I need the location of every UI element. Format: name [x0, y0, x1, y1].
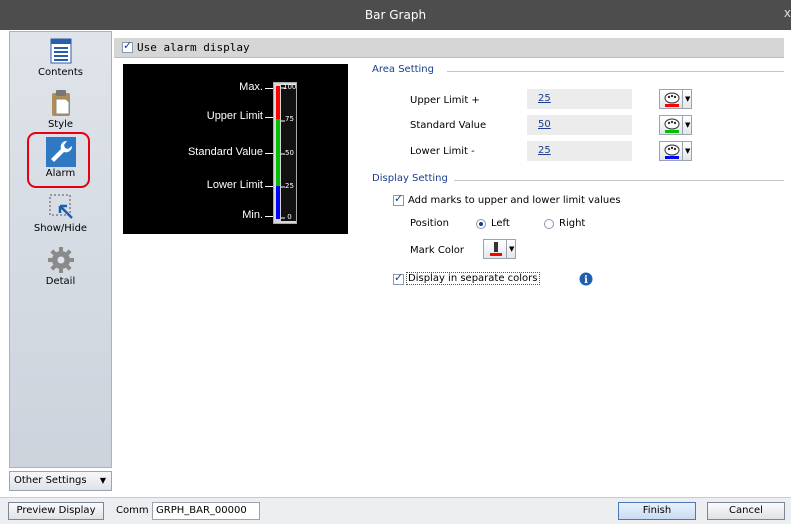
cancel-button[interactable]: Cancel — [707, 502, 785, 520]
sidebar-item-detail[interactable]: Detail — [10, 245, 111, 287]
mark-icon — [490, 242, 502, 256]
standard-value-row-label: Standard Value — [410, 120, 487, 131]
display-setting-title: Display Setting — [372, 173, 448, 184]
alarm-highlight — [27, 132, 90, 188]
main-content: Use alarm display Max. Upper Limit Stand… — [114, 31, 791, 496]
comm-input[interactable]: GRPH_BAR_00000 — [152, 502, 260, 520]
chevron-down-icon: ▼ — [509, 245, 515, 253]
mark-color-label: Mark Color — [410, 245, 464, 256]
position-label: Position — [410, 218, 449, 229]
max-label: Max. — [239, 81, 263, 93]
other-settings-label: Other Settings — [14, 475, 87, 486]
lower-limit-label: Lower Limit — [206, 179, 263, 191]
position-left-radio[interactable] — [476, 219, 486, 229]
sidebar-item-label: Show/Hide — [33, 223, 88, 234]
scale-25: 25 — [285, 182, 294, 190]
area-setting-divider — [447, 71, 784, 72]
min-label: Min. — [242, 209, 263, 221]
use-alarm-label: Use alarm display — [137, 41, 250, 54]
standard-value-color-button[interactable]: ▼ — [659, 115, 692, 135]
chevron-down-icon: ▼ — [685, 121, 691, 129]
chevron-down-icon: ▼ — [685, 147, 691, 155]
position-right-radio[interactable] — [544, 219, 554, 229]
use-alarm-checkbox[interactable] — [122, 39, 133, 53]
mark-color-button[interactable]: ▼ — [483, 239, 516, 259]
sidebar-item-show-hide[interactable]: Show/Hide — [10, 192, 111, 234]
palette-icon — [664, 92, 680, 107]
lower-limit-color-button[interactable]: ▼ — [659, 141, 692, 161]
add-marks-checkbox[interactable] — [393, 192, 404, 206]
palette-icon — [664, 144, 680, 159]
upper-limit-value[interactable]: 25 — [538, 93, 551, 104]
separate-colors-checkbox[interactable] — [393, 271, 404, 285]
position-right-label: Right — [559, 218, 586, 229]
chevron-down-icon: ▼ — [99, 476, 106, 485]
preview-display-button[interactable]: Preview Display — [8, 502, 104, 520]
style-icon — [46, 88, 76, 118]
sidebar-item-label: Style — [47, 119, 74, 130]
standard-value-label: Standard Value — [187, 146, 263, 158]
scale-0: 0 — [287, 213, 292, 221]
window-title: Bar Graph — [364, 8, 427, 22]
palette-icon — [664, 118, 680, 133]
info-icon[interactable]: i — [579, 272, 593, 286]
scale-100: 100 — [283, 83, 297, 91]
footer-bar: Preview Display Comm GRPH_BAR_00000 Fini… — [0, 497, 791, 524]
sidebar-item-contents[interactable]: Contents — [10, 36, 111, 78]
sidebar-item-label: Detail — [45, 276, 76, 287]
position-left-label: Left — [491, 218, 510, 229]
other-settings-button[interactable]: Other Settings ▼ — [9, 471, 112, 491]
sidebar-item-style[interactable]: Style — [10, 88, 111, 130]
use-alarm-header: Use alarm display — [114, 38, 784, 58]
sidebar-item-label: Contents — [38, 67, 83, 78]
standard-value-field[interactable]: 50 — [527, 115, 632, 135]
gear-icon — [46, 245, 76, 275]
lower-limit-value[interactable]: 25 — [538, 145, 551, 156]
lower-limit-value-field[interactable]: 25 — [527, 141, 632, 161]
comm-label: Comm — [116, 505, 149, 516]
scale-50: 50 — [285, 149, 294, 157]
add-marks-label: Add marks to upper and lower limit value… — [408, 195, 621, 206]
display-setting-divider — [454, 180, 784, 181]
contents-icon — [46, 36, 76, 66]
chevron-down-icon: ▼ — [685, 95, 691, 103]
scale-75: 75 — [285, 115, 294, 123]
bar-graph-preview: Max. Upper Limit Standard Value Lower Li… — [123, 64, 348, 234]
svg-text:i: i — [584, 275, 588, 286]
show-hide-icon — [46, 192, 76, 222]
upper-limit-color-button[interactable]: ▼ — [659, 89, 692, 109]
separate-colors-label: Display in separate colors — [406, 272, 540, 285]
title-bar: Bar Graph x — [0, 0, 791, 30]
area-setting-title: Area Setting — [372, 64, 434, 75]
finish-button[interactable]: Finish — [618, 502, 696, 520]
sidebar: Contents Style Alarm Show/Hide Detail — [9, 31, 112, 468]
standard-value-value[interactable]: 50 — [538, 119, 551, 130]
upper-limit-value-field[interactable]: 25 — [527, 89, 632, 109]
lower-limit-row-label: Lower Limit - — [410, 146, 475, 157]
upper-limit-label: Upper Limit — [206, 110, 263, 122]
close-button[interactable]: x — [784, 6, 791, 20]
upper-limit-row-label: Upper Limit + — [410, 95, 480, 106]
